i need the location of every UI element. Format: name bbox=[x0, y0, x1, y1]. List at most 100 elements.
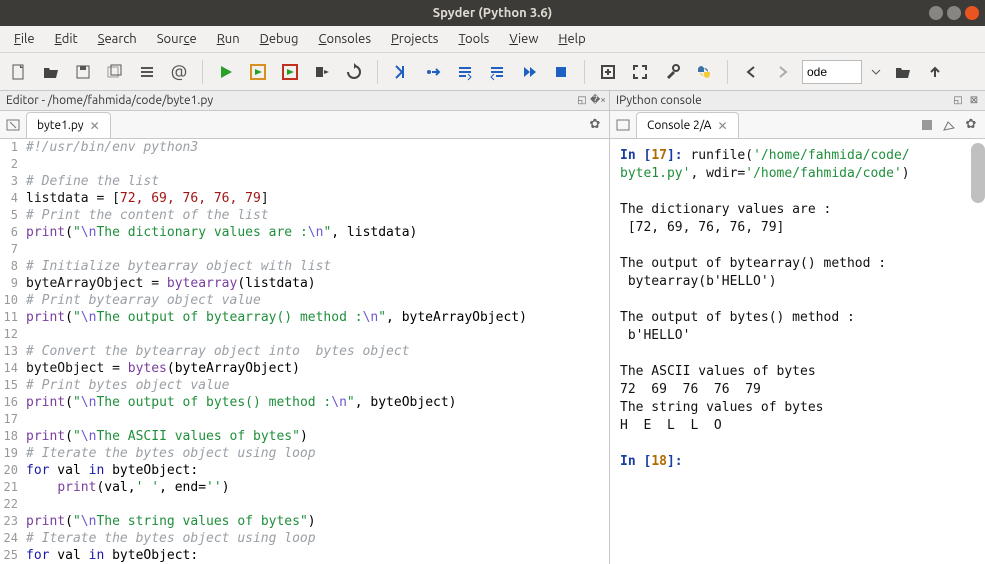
forward-button[interactable] bbox=[770, 59, 796, 85]
menu-source[interactable]: Source bbox=[149, 29, 205, 49]
debug-button[interactable] bbox=[388, 59, 414, 85]
code-line[interactable]: 22 bbox=[0, 496, 609, 513]
step-into-button[interactable] bbox=[452, 59, 478, 85]
menu-consoles[interactable]: Consoles bbox=[311, 29, 379, 49]
cwd-dropdown-button[interactable] bbox=[868, 59, 884, 85]
menu-debug[interactable]: Debug bbox=[252, 29, 307, 49]
code-line[interactable]: 6print("\nThe dictionary values are :\n"… bbox=[0, 224, 609, 241]
code-line[interactable]: 17 bbox=[0, 411, 609, 428]
back-button[interactable] bbox=[738, 59, 764, 85]
code-line[interactable]: 4listdata = [72, 69, 76, 76, 79] bbox=[0, 190, 609, 207]
step-button[interactable] bbox=[420, 59, 446, 85]
console-options-icon[interactable]: ✿ bbox=[963, 117, 979, 133]
menu-search[interactable]: Search bbox=[90, 29, 145, 49]
code-line[interactable]: 21 print(val,' ', end='') bbox=[0, 479, 609, 496]
console-undock-icon[interactable]: ◱ bbox=[951, 93, 965, 107]
code-line[interactable]: 24# Iterate the bytes object using loop bbox=[0, 530, 609, 547]
code-line[interactable]: 13# Convert the bytearray object into by… bbox=[0, 343, 609, 360]
console-tab-close-icon[interactable]: ✕ bbox=[717, 119, 727, 133]
console-scrollbar[interactable] bbox=[971, 143, 985, 203]
code-line[interactable]: 20for val in byteObject: bbox=[0, 462, 609, 479]
open-file-button[interactable] bbox=[38, 59, 64, 85]
code-line[interactable]: 18print("\nThe ASCII values of bytes") bbox=[0, 428, 609, 445]
line-number: 19 bbox=[0, 445, 24, 462]
code-line[interactable]: 2 bbox=[0, 156, 609, 173]
console-tab-label: Console 2/A bbox=[647, 119, 711, 132]
python-path-button[interactable] bbox=[691, 59, 717, 85]
tab-list-icon[interactable] bbox=[4, 116, 22, 134]
code-line[interactable]: 12 bbox=[0, 326, 609, 343]
line-number: 16 bbox=[0, 394, 24, 411]
editor-tab-close-icon[interactable]: ✕ bbox=[90, 119, 100, 133]
save-button[interactable] bbox=[70, 59, 96, 85]
stop-debug-button[interactable] bbox=[548, 59, 574, 85]
code-line[interactable]: 25for val in byteObject: bbox=[0, 547, 609, 564]
code-line[interactable]: 1#!/usr/bin/env python3 bbox=[0, 139, 609, 156]
window-maximize-button[interactable] bbox=[947, 6, 961, 20]
editor-pane-header: Editor - /home/fahmida/code/byte1.py ◱ �… bbox=[0, 91, 609, 111]
console-tab[interactable]: Console 2/A ✕ bbox=[636, 112, 739, 138]
run-button[interactable] bbox=[213, 59, 239, 85]
new-file-button[interactable] bbox=[6, 59, 32, 85]
code-line[interactable]: 10# Print bytearray object value bbox=[0, 292, 609, 309]
code-line[interactable]: 5# Print the content of the list bbox=[0, 207, 609, 224]
step-out-button[interactable] bbox=[484, 59, 510, 85]
console-clear-icon[interactable] bbox=[941, 117, 957, 133]
line-number: 25 bbox=[0, 547, 24, 564]
menu-help[interactable]: Help bbox=[550, 29, 593, 49]
line-number: 6 bbox=[0, 224, 24, 241]
continue-button[interactable] bbox=[516, 59, 542, 85]
run-cell-button[interactable] bbox=[245, 59, 271, 85]
menu-view[interactable]: View bbox=[501, 29, 546, 49]
run-cell-advance-button[interactable] bbox=[277, 59, 303, 85]
window-close-button[interactable] bbox=[965, 6, 979, 20]
code-line[interactable]: 7 bbox=[0, 241, 609, 258]
editor-undock-icon[interactable]: ◱ bbox=[575, 93, 589, 107]
code-line[interactable]: 15# Print bytes object value bbox=[0, 377, 609, 394]
save-all-button[interactable] bbox=[102, 59, 128, 85]
fullscreen-button[interactable] bbox=[627, 59, 653, 85]
maximize-pane-button[interactable] bbox=[595, 59, 621, 85]
line-number: 10 bbox=[0, 292, 24, 309]
at-button[interactable]: @ bbox=[166, 59, 192, 85]
menu-tools[interactable]: Tools bbox=[450, 29, 497, 49]
code-editor[interactable]: 1#!/usr/bin/env python323# Define the li… bbox=[0, 139, 609, 564]
preferences-button[interactable] bbox=[659, 59, 685, 85]
parent-dir-button[interactable] bbox=[922, 59, 948, 85]
window-title: Spyder (Python 3.6) bbox=[433, 6, 552, 20]
code-line[interactable]: 3# Define the list bbox=[0, 173, 609, 190]
browse-cwd-button[interactable] bbox=[890, 59, 916, 85]
code-line[interactable]: 8# Initialize bytearray object with list bbox=[0, 258, 609, 275]
window-minimize-button[interactable] bbox=[929, 6, 943, 20]
rerun-button[interactable] bbox=[341, 59, 367, 85]
code-line[interactable]: 9byteArrayObject = bytearray(listdata) bbox=[0, 275, 609, 292]
code-line[interactable]: 11print("\nThe output of bytearray() met… bbox=[0, 309, 609, 326]
code-line[interactable]: 14byteObject = bytes(byteArrayObject) bbox=[0, 360, 609, 377]
code-line[interactable]: 19# Iterate the bytes object using loop bbox=[0, 445, 609, 462]
line-number: 18 bbox=[0, 428, 24, 445]
console-pane-header: IPython console ◱ ⊠ bbox=[610, 91, 985, 111]
window-titlebar: Spyder (Python 3.6) bbox=[0, 0, 985, 26]
list-button[interactable] bbox=[134, 59, 160, 85]
line-number: 3 bbox=[0, 173, 24, 190]
console-title-label: IPython console bbox=[616, 94, 702, 107]
ipython-console[interactable]: In [17]: runfile('/home/fahmida/code/ by… bbox=[610, 139, 985, 564]
line-number: 11 bbox=[0, 309, 24, 326]
menu-file[interactable]: File bbox=[6, 29, 43, 49]
editor-tab-label: byte1.py bbox=[37, 119, 84, 132]
line-number: 24 bbox=[0, 530, 24, 547]
editor-close-icon[interactable]: �× bbox=[591, 93, 605, 107]
console-tab-list-icon[interactable] bbox=[614, 116, 632, 134]
editor-options-icon[interactable]: ✿ bbox=[587, 117, 603, 133]
editor-tab-byte1[interactable]: byte1.py ✕ bbox=[26, 112, 111, 138]
console-close-icon[interactable]: ⊠ bbox=[967, 93, 981, 107]
code-line[interactable]: 16print("\nThe output of bytes() method … bbox=[0, 394, 609, 411]
console-stop-icon[interactable] bbox=[919, 117, 935, 133]
line-number: 4 bbox=[0, 190, 24, 207]
run-selection-button[interactable] bbox=[309, 59, 335, 85]
menu-edit[interactable]: Edit bbox=[47, 29, 86, 49]
cwd-input[interactable] bbox=[802, 60, 862, 84]
code-line[interactable]: 23print("\nThe string values of bytes") bbox=[0, 513, 609, 530]
menu-projects[interactable]: Projects bbox=[383, 29, 446, 49]
menu-run[interactable]: Run bbox=[209, 29, 248, 49]
